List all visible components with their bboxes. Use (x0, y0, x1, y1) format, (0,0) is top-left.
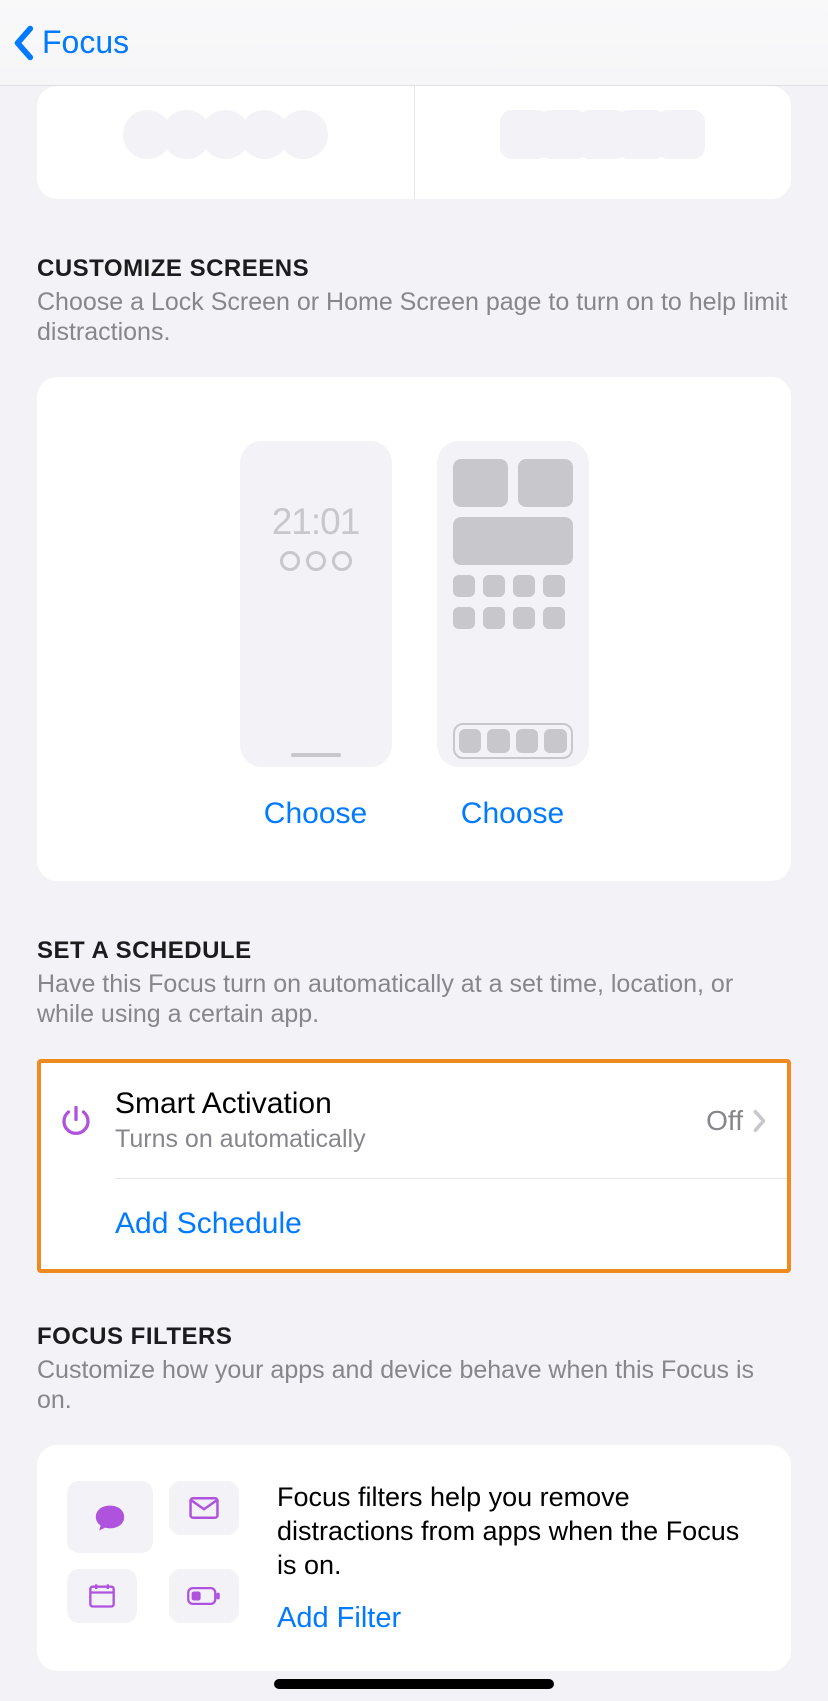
lock-homebar-icon (291, 753, 341, 757)
chevron-left-icon (12, 25, 34, 61)
filters-card: Focus filters help you remove distractio… (37, 1445, 791, 1671)
schedule-desc: Have this Focus turn on automatically at… (37, 969, 791, 1029)
filter-icons (67, 1481, 247, 1635)
schedule-title: SET A SCHEDULE (37, 937, 791, 965)
smart-value: Off (706, 1105, 743, 1137)
allowed-card (37, 86, 791, 199)
filters-help: Focus filters help you remove distractio… (277, 1481, 761, 1582)
power-icon (55, 1103, 97, 1139)
customize-screens-card: 21:01 Choose Choose (37, 377, 791, 881)
smart-sub: Turns on automatically (115, 1125, 706, 1154)
home-screen-preview[interactable] (437, 441, 589, 767)
allowed-people[interactable] (37, 86, 415, 199)
back-button[interactable]: Focus (12, 24, 129, 61)
mail-icon (169, 1481, 239, 1535)
chevron-right-icon (753, 1109, 767, 1133)
filters-title: FOCUS FILTERS (37, 1323, 791, 1351)
add-filter-button[interactable]: Add Filter (277, 1602, 761, 1635)
calendar-icon (67, 1569, 137, 1623)
apps-placeholder-icon (500, 110, 705, 159)
lock-time: 21:01 (240, 501, 392, 543)
messages-icon (67, 1481, 153, 1553)
customize-title: CUSTOMIZE SCREENS (37, 255, 791, 283)
filters-header: FOCUS FILTERS Customize how your apps an… (37, 1323, 791, 1415)
nav-bar: Focus (0, 0, 828, 86)
add-schedule-button[interactable]: Add Schedule (41, 1179, 787, 1269)
low-power-icon (169, 1569, 239, 1623)
schedule-card: Smart Activation Turns on automatically … (37, 1059, 791, 1273)
people-placeholder-icon (123, 110, 328, 159)
choose-home-button[interactable]: Choose (461, 797, 564, 831)
home-indicator[interactable] (274, 1679, 554, 1689)
allowed-apps[interactable] (415, 86, 792, 199)
schedule-header: SET A SCHEDULE Have this Focus turn on a… (37, 937, 791, 1029)
back-label: Focus (42, 24, 129, 61)
lock-dots-icon (240, 551, 392, 571)
customize-header: CUSTOMIZE SCREENS Choose a Lock Screen o… (37, 255, 791, 347)
filters-desc: Customize how your apps and device behav… (37, 1355, 791, 1415)
lock-screen-preview[interactable]: 21:01 (240, 441, 392, 767)
smart-activation-row[interactable]: Smart Activation Turns on automatically … (41, 1063, 787, 1178)
customize-desc: Choose a Lock Screen or Home Screen page… (37, 287, 791, 347)
smart-title: Smart Activation (115, 1087, 706, 1121)
choose-lock-button[interactable]: Choose (264, 797, 367, 831)
